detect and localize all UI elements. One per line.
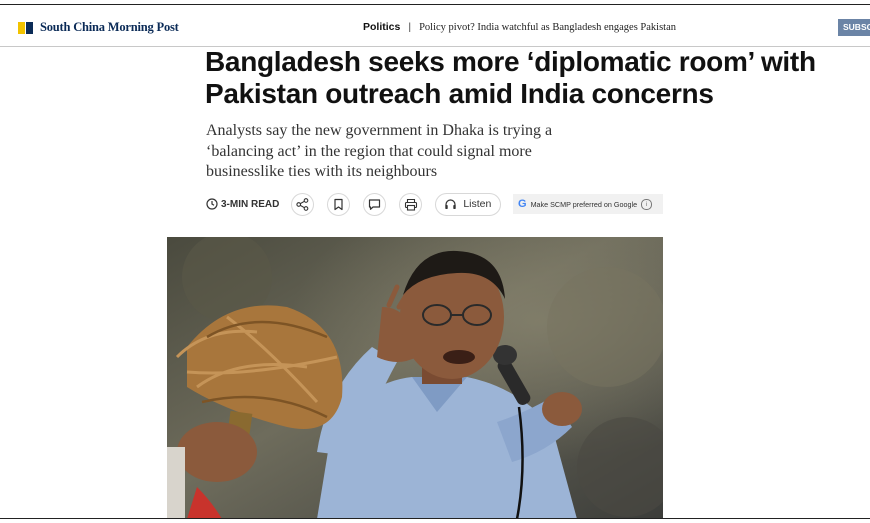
bookmark-button[interactable] [327, 192, 351, 216]
breadcrumb-separator: | [408, 21, 412, 33]
article-hero-photo [167, 237, 663, 519]
listen-button[interactable]: Listen [435, 192, 502, 216]
print-icon [404, 198, 417, 211]
google-preferred-source-button[interactable]: G Make SCMP preferred on Google i [513, 194, 663, 214]
bookmark-icon [334, 198, 343, 210]
article-headline: Bangladesh seeks more ‘diplomatic room’ … [205, 46, 816, 109]
headphones-icon [445, 199, 457, 209]
subscribe-button[interactable]: SUBSC [838, 19, 870, 36]
frame-border-bottom [0, 518, 870, 519]
preferred-label: Make SCMP preferred on Google [530, 199, 638, 209]
share-icon [296, 197, 309, 211]
hero-photo-image [167, 237, 663, 519]
google-icon: G [518, 198, 527, 210]
article-toolbar: 3-MIN READ Listen [206, 192, 502, 216]
header-article-title: Policy pivot? India watchful as Banglade… [419, 21, 676, 33]
read-time: 3-MIN READ [206, 198, 279, 210]
comment-icon [369, 198, 381, 210]
site-header: South China Morning Post Politics | Poli… [0, 6, 870, 47]
read-time-label: 3-MIN READ [221, 198, 280, 210]
frame-border-top [0, 4, 870, 5]
article-summary: Analysts say the new government in Dhaka… [206, 122, 553, 180]
listen-label: Listen [463, 198, 492, 210]
info-icon[interactable]: i [641, 198, 653, 210]
section-link[interactable]: Politics [363, 21, 400, 33]
comment-button[interactable] [363, 192, 387, 216]
share-button[interactable] [291, 192, 315, 216]
breadcrumb: Politics | Policy pivot? India watchful … [363, 21, 676, 33]
scmp-logo-mark-icon [18, 21, 34, 34]
brand-name: South China Morning Post [40, 20, 179, 34]
scmp-logo[interactable]: South China Morning Post [18, 20, 179, 35]
print-button[interactable] [399, 192, 423, 216]
clock-icon [206, 198, 218, 210]
